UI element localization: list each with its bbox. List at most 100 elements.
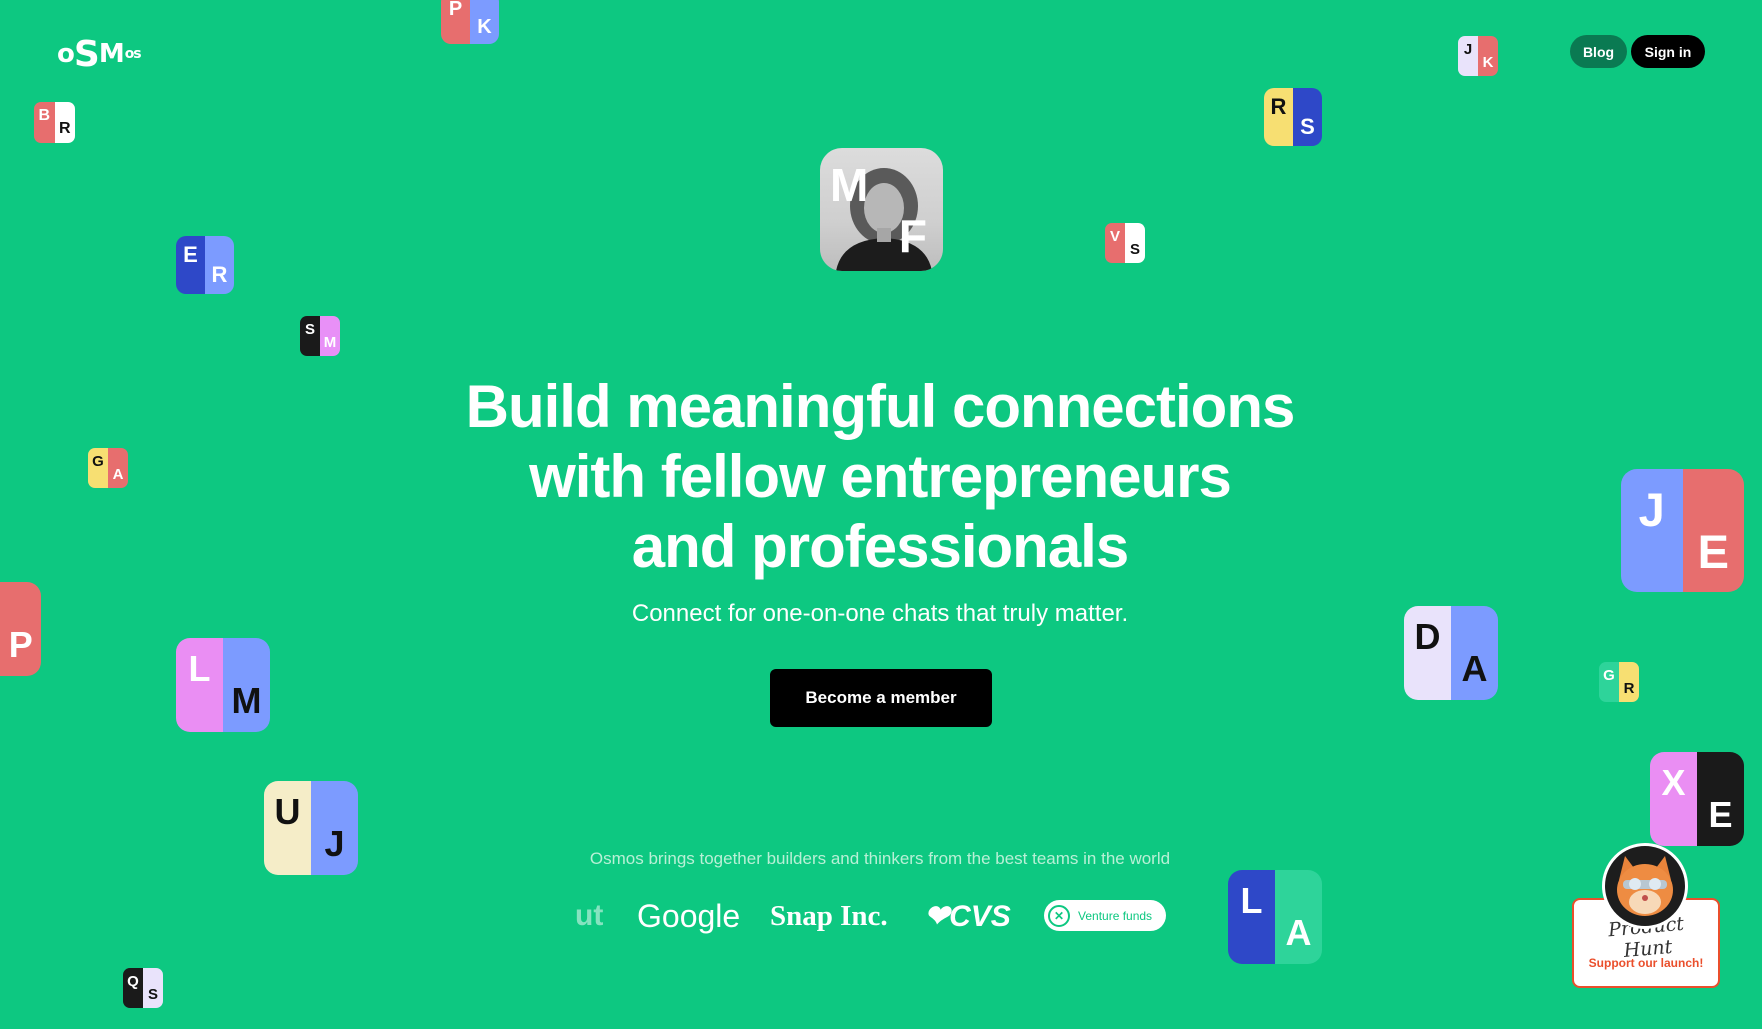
venture-funds-logo: ✕ Venture funds bbox=[1044, 900, 1167, 931]
avatar-tile: GR bbox=[1599, 662, 1639, 702]
tile-half: Q bbox=[123, 968, 143, 1008]
tile-half: J bbox=[1621, 469, 1683, 592]
headline-line: Build meaningful connections bbox=[465, 373, 1296, 440]
tile-half: J bbox=[1458, 36, 1478, 76]
tile-letter: P bbox=[8, 623, 33, 665]
google-logo: Google bbox=[637, 897, 741, 934]
tile-letter: D bbox=[1414, 616, 1441, 658]
tile-half: G bbox=[1599, 662, 1619, 702]
tile-half: V bbox=[1105, 223, 1125, 263]
avatar-tile: GA bbox=[88, 448, 128, 488]
tile-letter: U bbox=[274, 791, 301, 833]
tile-letter: S bbox=[1129, 241, 1140, 259]
teams-caption: Osmos brings together builders and think… bbox=[589, 849, 1171, 868]
tile-letter: P bbox=[448, 0, 463, 21]
tile-half: S bbox=[300, 316, 320, 356]
avatar-tile: LA bbox=[1228, 870, 1322, 964]
tile-letter-bottom: F bbox=[898, 210, 927, 262]
osmos-logo[interactable]: o S M os bbox=[57, 33, 142, 75]
tile-half: E bbox=[176, 236, 205, 294]
tile-half: M bbox=[223, 638, 270, 732]
tile-half: L bbox=[1228, 870, 1275, 964]
cat-mascot-avatar bbox=[1602, 843, 1688, 929]
tile-letter: L bbox=[188, 648, 211, 690]
venture-funds-label: Venture funds bbox=[1078, 908, 1153, 923]
tile-letter: S bbox=[1300, 113, 1315, 139]
avatar-tile: SM bbox=[300, 316, 340, 356]
tile-letter: R bbox=[1623, 680, 1635, 698]
tile-letter: M bbox=[323, 334, 337, 352]
tile-half: D bbox=[1404, 606, 1451, 700]
support-launch-label: Support our launch! bbox=[1588, 956, 1704, 970]
tile-letter: Q bbox=[127, 972, 139, 990]
hero-subtitle: Connect for one-on-one chats that truly … bbox=[631, 600, 1129, 627]
tile-half: K bbox=[1478, 36, 1498, 76]
tile-half: A bbox=[108, 448, 128, 488]
tile-letter: A bbox=[112, 466, 124, 484]
tile-half: G bbox=[88, 448, 108, 488]
avatar-tile: UJ bbox=[264, 781, 358, 875]
close-circle-icon: ✕ bbox=[1048, 904, 1070, 927]
tile-letter: L bbox=[1240, 880, 1263, 922]
tile-half: B bbox=[34, 102, 55, 143]
avatar-tile: JK bbox=[1458, 36, 1498, 76]
tile-letter: K bbox=[1482, 54, 1494, 72]
tile-letter: S bbox=[304, 320, 315, 338]
tile-half: R bbox=[205, 236, 234, 294]
avatar-tile: LM bbox=[176, 638, 270, 732]
tile-half: K bbox=[470, 0, 499, 44]
become-member-button[interactable]: Become a member bbox=[770, 669, 992, 727]
tile-letter: R bbox=[211, 261, 228, 287]
tile-half: P bbox=[0, 582, 41, 676]
avatar-tile: JE bbox=[1621, 469, 1744, 592]
avatar-tile: ER bbox=[176, 236, 234, 294]
tile-letter: E bbox=[1697, 524, 1729, 578]
tile-letter: E bbox=[1708, 793, 1733, 835]
avatar-tile: DA bbox=[1404, 606, 1498, 700]
hero-headline: Build meaningful connections with fellow… bbox=[380, 372, 1380, 582]
logo-part: M bbox=[98, 39, 125, 69]
signin-button[interactable]: Sign in bbox=[1631, 35, 1705, 68]
tile-letter-top: M bbox=[830, 159, 869, 211]
tile-letter: J bbox=[324, 822, 345, 864]
cvs-logo: ❤CVS bbox=[924, 899, 1011, 933]
tile-half: M bbox=[320, 316, 340, 356]
tile-half: E bbox=[1697, 752, 1744, 846]
tile-half: E bbox=[1682, 469, 1744, 592]
cat-mascot-icon bbox=[1617, 856, 1673, 916]
tile-half: J bbox=[311, 781, 358, 875]
avatar-tile: P bbox=[0, 582, 41, 676]
tile-letter: A bbox=[1461, 647, 1488, 689]
tile-half: U bbox=[264, 781, 311, 875]
tile-letter: M bbox=[231, 679, 262, 721]
avatar-tile: XE bbox=[1650, 752, 1744, 846]
tile-half: S bbox=[1125, 223, 1145, 263]
tile-letter: G bbox=[1603, 666, 1615, 684]
snap-logo: Snap Inc. bbox=[770, 899, 888, 932]
logo-part: os bbox=[124, 46, 142, 62]
avatar-tile: RS bbox=[1264, 88, 1322, 146]
tile-letter: J bbox=[1638, 483, 1665, 537]
logo-part: S bbox=[73, 33, 100, 75]
tile-half: R bbox=[54, 102, 75, 143]
tile-letter: B bbox=[38, 106, 51, 124]
avatar-tile: QS bbox=[123, 968, 163, 1008]
tile-half: S bbox=[143, 968, 163, 1008]
tile-half: X bbox=[1650, 752, 1697, 846]
tile-letter: R bbox=[1270, 94, 1287, 120]
tile-letter: V bbox=[1109, 227, 1120, 245]
tile-letter: X bbox=[1661, 762, 1686, 804]
tile-letter: K bbox=[477, 15, 492, 38]
tile-letter: A bbox=[1285, 911, 1312, 953]
avatar-tile: VS bbox=[1105, 223, 1145, 263]
tile-half: A bbox=[1451, 606, 1498, 700]
tile-half: P bbox=[441, 0, 470, 44]
tile-half: A bbox=[1275, 870, 1322, 964]
blog-button[interactable]: Blog bbox=[1570, 35, 1627, 68]
partial-logo: ut bbox=[575, 899, 604, 932]
logo-part: o bbox=[57, 39, 75, 69]
tile-letter: E bbox=[183, 242, 198, 268]
tile-half: R bbox=[1619, 662, 1639, 702]
tile-letter: R bbox=[58, 120, 71, 138]
tile-half: R bbox=[1264, 88, 1293, 146]
